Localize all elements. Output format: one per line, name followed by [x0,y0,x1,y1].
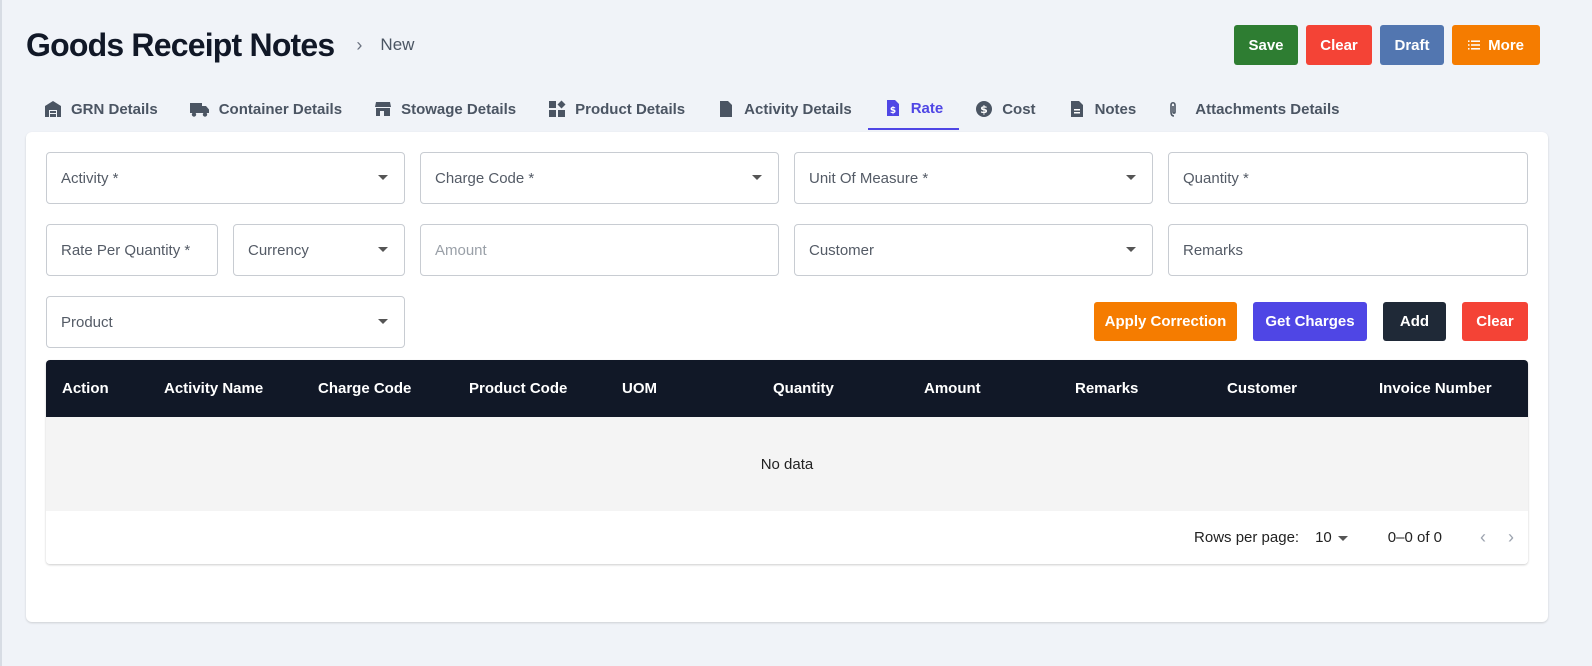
amount-field[interactable]: Amount [420,224,779,276]
column-header[interactable]: Charge Code [318,380,411,397]
rate-per-quantity-field[interactable]: Rate Per Quantity * [46,224,218,276]
chevron-right-icon[interactable]: › [1508,527,1514,548]
store-icon [375,102,392,116]
file-chart-icon [720,101,733,117]
chevron-down-icon [378,247,388,252]
tab-label: Rate [910,99,944,117]
uom-select[interactable]: Unit Of Measure * [794,152,1153,204]
column-header[interactable]: Activity Name [164,380,263,397]
tab-attachments-details[interactable]: Attachments Details [1152,88,1355,130]
amount-placeholder: Amount [435,241,487,259]
tab-grn-details[interactable]: GRN Details [28,88,174,130]
pagination-range: 0–0 of 0 [1387,529,1442,546]
page-title: Goods Receipt Notes [26,26,335,63]
chevron-left-icon[interactable]: ‹ [1480,527,1486,548]
rate-panel: Activity * Charge Code * Unit Of Measure… [26,132,1548,622]
page-header: Goods Receipt Notes › New Save Clear Dra… [26,22,1540,68]
tab-label: GRN Details [71,100,158,118]
tab-activity-details[interactable]: Activity Details [701,88,868,130]
rows-per-page-label: Rows per page: [1194,529,1300,546]
product-select[interactable]: Product [46,296,405,348]
table-header: Action Activity Name Charge Code Product… [46,360,1528,417]
charge-code-label: Charge Code * [435,169,535,187]
more-button-label: More [1488,36,1524,54]
remarks-field[interactable]: Remarks [1168,224,1528,276]
tab-notes[interactable]: Notes [1052,88,1153,130]
get-charges-button[interactable]: Get Charges [1253,302,1367,341]
apply-correction-button[interactable]: Apply Correction [1094,302,1237,341]
tab-label: Product Details [575,100,686,118]
clear-form-button[interactable]: Clear [1462,302,1528,341]
rows-per-page-select[interactable]: 10 [1315,529,1348,546]
clear-button[interactable]: Clear [1306,25,1372,65]
column-header[interactable]: Product Code [469,380,567,397]
column-header[interactable]: UOM [622,380,657,397]
document-icon [1070,101,1083,117]
charge-code-select[interactable]: Charge Code * [420,152,779,204]
breadcrumb-separator-icon: › [356,34,363,55]
more-button[interactable]: More [1452,25,1540,65]
tab-container-details[interactable]: Container Details [174,88,358,130]
chevron-down-icon [378,175,388,180]
customer-label: Customer [809,241,875,259]
currency-select[interactable]: Currency [233,224,405,276]
quantity-label: Quantity * [1183,169,1249,187]
rates-table: Action Activity Name Charge Code Product… [46,360,1528,564]
tab-rate[interactable]: $ Rate [867,88,960,130]
tab-label: Cost [1002,100,1036,118]
rows-per-page-value: 10 [1315,529,1332,546]
tab-label: Container Details [218,100,343,118]
warehouse-icon [45,101,61,117]
widgets-icon [549,100,566,117]
column-header[interactable]: Customer [1227,380,1297,397]
pagination: Rows per page: 10 0–0 of 0 ‹ › [46,511,1528,564]
tab-cost[interactable]: $ Cost [959,88,1051,130]
save-button[interactable]: Save [1234,25,1298,65]
chevron-down-icon [752,175,762,180]
pagination-nav: ‹ › [1480,527,1514,548]
tab-bar: GRN Details Container Details Stowage De… [28,88,1355,132]
header-actions: Save Clear Draft More [1234,25,1540,65]
column-header[interactable]: Remarks [1075,380,1138,397]
chevron-down-icon [1126,247,1136,252]
truck-icon [189,103,209,117]
uom-label: Unit Of Measure * [809,169,929,187]
empty-state: No data [46,417,1528,511]
rate-per-quantity-label: Rate Per Quantity * [61,241,191,259]
chevron-down-icon [1337,536,1348,541]
chevron-down-icon [1126,175,1136,180]
paperclip-icon [1170,101,1177,117]
svg-text:$: $ [890,106,896,116]
activity-select[interactable]: Activity * [46,152,405,204]
tab-label: Stowage Details [401,100,517,118]
tab-label: Notes [1094,100,1137,118]
tab-label: Attachments Details [1195,100,1340,118]
tab-product-details[interactable]: Product Details [532,88,701,130]
dollar-circle-icon: $ [976,101,993,117]
tab-label: Activity Details [744,100,852,118]
product-label: Product [61,313,113,331]
tab-stowage-details[interactable]: Stowage Details [358,88,532,130]
column-header[interactable]: Action [62,380,109,397]
add-button[interactable]: Add [1383,302,1446,341]
list-icon [1468,40,1481,50]
chevron-down-icon [378,319,388,324]
svg-text:$: $ [980,103,988,116]
column-header[interactable]: Amount [924,380,981,397]
quantity-field[interactable]: Quantity * [1168,152,1528,204]
remarks-label: Remarks [1183,241,1244,259]
column-header[interactable]: Invoice Number [1379,380,1492,397]
draft-button[interactable]: Draft [1380,25,1444,65]
currency-label: Currency [248,241,309,259]
activity-label: Activity * [61,169,119,187]
customer-select[interactable]: Customer [794,224,1153,276]
dollar-file-icon: $ [886,100,899,116]
column-header[interactable]: Quantity [773,380,834,397]
breadcrumb-current: New [380,35,415,54]
